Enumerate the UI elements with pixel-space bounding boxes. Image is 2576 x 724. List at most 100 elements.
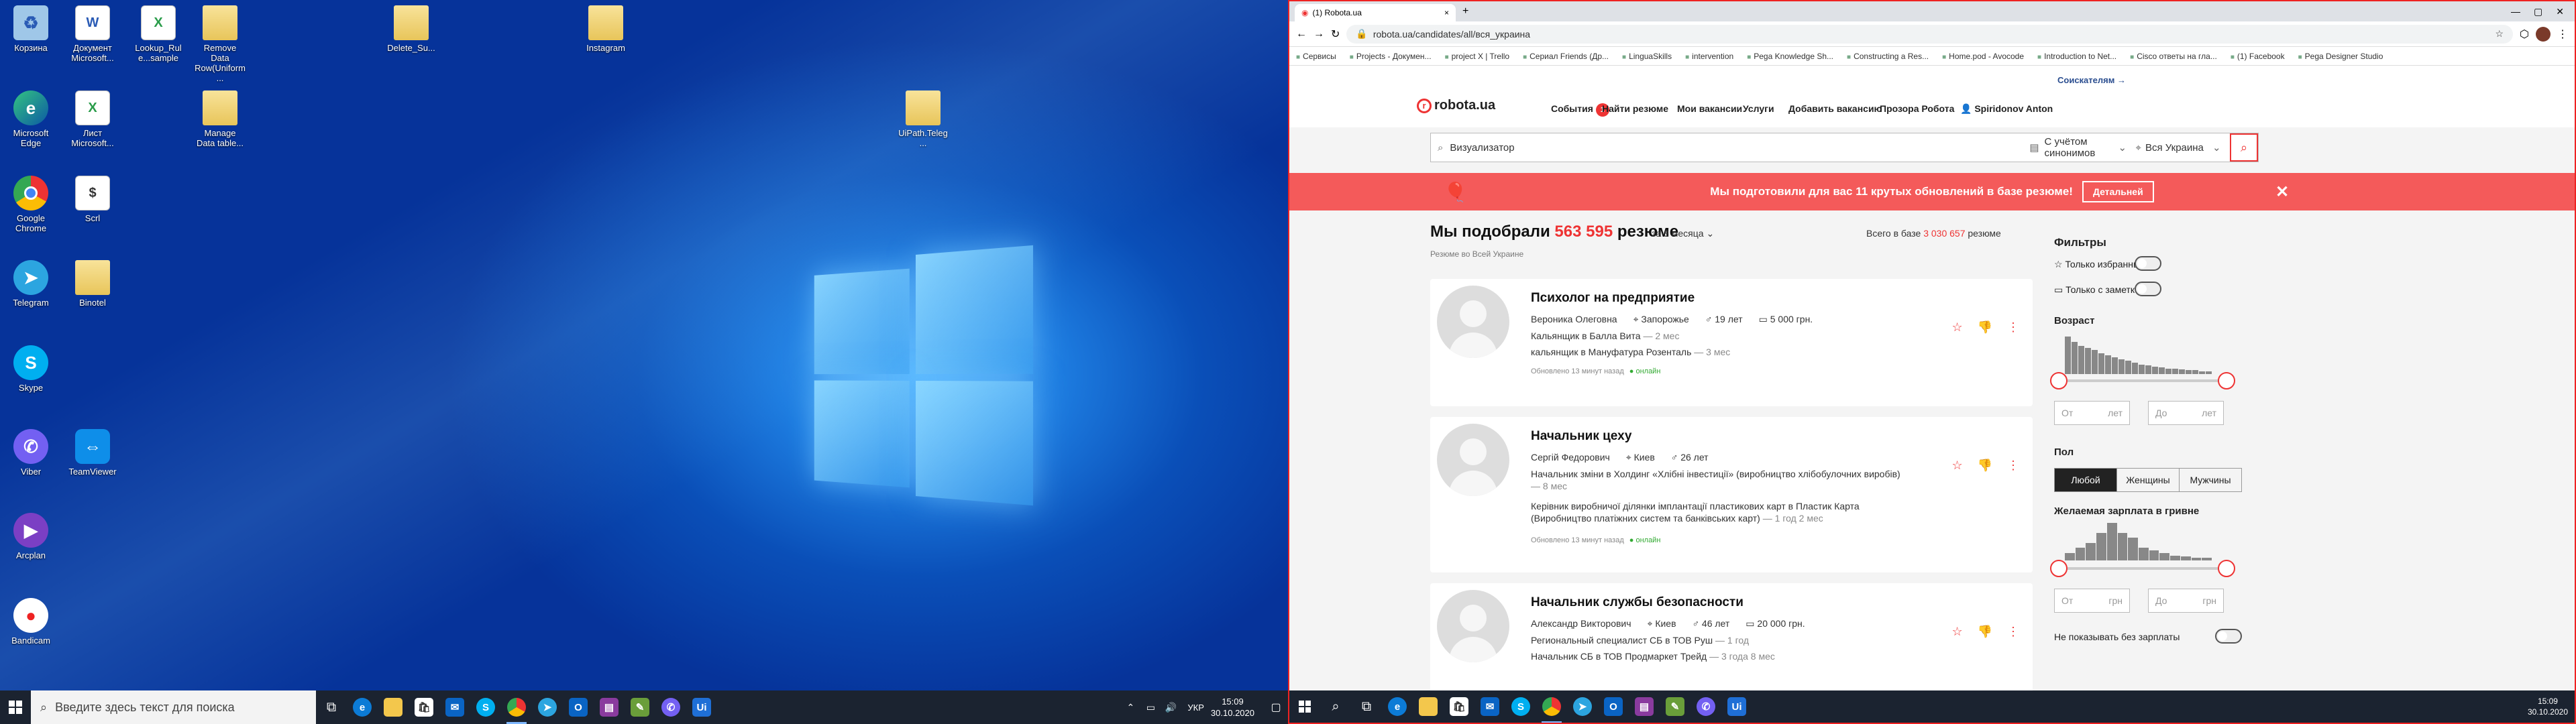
desktop-icon-doc1[interactable]: W Документ Microsoft... — [67, 5, 118, 63]
gender-any[interactable]: Любой — [2055, 469, 2116, 491]
search-icon[interactable]: ⌕ — [1320, 690, 1351, 723]
region-select[interactable]: Вся Украина — [2145, 142, 2212, 154]
site-logo[interactable]: r robota.ua — [1417, 98, 1495, 113]
taskbar-skype[interactable]: S — [470, 690, 501, 724]
clock[interactable]: 15:09 30.10.2020 — [2528, 696, 2568, 717]
desktop-icon-lookup[interactable]: X Lookup_Rule...sample — [133, 5, 184, 63]
profile-avatar-icon[interactable] — [2536, 26, 2551, 42]
resume-title[interactable]: Начальник службы безопасности — [1531, 595, 1743, 610]
bookmark[interactable]: Constructing a Res... — [1847, 52, 1929, 61]
gender-men[interactable]: Мужчины — [2179, 469, 2241, 491]
taskbar-search[interactable]: ⌕ Введите здесь текст для поиска — [31, 690, 316, 724]
bookmark[interactable]: intervention — [1685, 52, 1733, 61]
taskbar-outlook[interactable]: O — [563, 690, 594, 724]
taskbar-mail[interactable]: ✉ — [1474, 690, 1505, 723]
taskbar-chrome[interactable] — [501, 690, 532, 724]
favorites-toggle[interactable] — [2135, 256, 2161, 271]
resume-card[interactable]: Психолог на предприятие Вероника Олеговн… — [1430, 279, 2033, 406]
nav-prozora[interactable]: Прозора Робота — [1880, 103, 1954, 114]
desktop-icon-bandicam[interactable]: ● Bandicam — [5, 598, 56, 646]
resume-title[interactable]: Психолог на предприятие — [1531, 291, 1695, 306]
bookmark[interactable]: Pega Designer Studio — [2298, 52, 2383, 61]
dislike-icon[interactable]: 👎 — [1978, 625, 1992, 639]
desktop-icon-viber[interactable]: ✆ Viber — [5, 429, 56, 477]
job-seekers-link[interactable]: Соискателям → — [2057, 75, 2126, 85]
forward-icon[interactable]: → — [1313, 28, 1324, 40]
taskbar-viber[interactable]: ✆ — [655, 690, 686, 724]
nav-find-resume[interactable]: Найти резюме — [1602, 103, 1668, 114]
new-tab-button[interactable]: + — [1456, 5, 1475, 21]
desktop-icon-teamviewer[interactable]: ⇔ TeamViewer — [67, 429, 118, 477]
more-icon[interactable]: ⋮ — [2007, 320, 2019, 335]
language-indicator[interactable]: УКР — [1187, 703, 1204, 713]
banner-details-button[interactable]: Детальней — [2082, 181, 2154, 202]
synonyms-select[interactable]: С учётом синонимов — [2045, 136, 2118, 159]
age-to-input[interactable]: До лет — [2148, 401, 2224, 425]
range-max-handle[interactable] — [2218, 372, 2235, 389]
network-icon[interactable]: ▭ — [1140, 690, 1161, 724]
taskbar-explorer[interactable] — [378, 690, 409, 724]
maximize-icon[interactable]: ▢ — [2534, 6, 2542, 17]
nav-add-vacancy[interactable]: Добавить вакансию — [1788, 103, 1882, 114]
bookmark[interactable]: Сервисы — [1296, 52, 1336, 61]
minimize-icon[interactable]: — — [2511, 6, 2520, 17]
taskbar-winrar[interactable]: ▤ — [1629, 690, 1660, 723]
bookmark[interactable]: Home.pod - Avocode — [1942, 52, 2024, 61]
resume-title[interactable]: Начальник цеху — [1531, 429, 1631, 444]
close-tab-icon[interactable]: × — [1444, 8, 1449, 17]
resume-card[interactable]: Начальник службы безопасности Александр … — [1430, 583, 2033, 692]
desktop-icon-recycle[interactable]: ♻ Корзина — [5, 5, 56, 53]
menu-dots-icon[interactable]: ⋮ — [2557, 27, 2568, 41]
clock[interactable]: 15:09 30.10.2020 — [1211, 696, 1254, 719]
nav-services[interactable]: Услуги — [1743, 103, 1774, 114]
search-submit-button[interactable]: ⌕ — [2230, 133, 2258, 162]
desktop-icon-manage[interactable]: Manage Data table... — [195, 90, 246, 148]
start-button[interactable] — [1289, 690, 1320, 723]
bookmark[interactable]: Cisco ответы на гла... — [2130, 52, 2217, 61]
taskbar-skype[interactable]: S — [1505, 690, 1536, 723]
age-from-input[interactable]: От лет — [2054, 401, 2130, 425]
address-bar[interactable]: 🔒 robota.ua/candidates/all/вся_украина ☆ — [1346, 24, 2514, 44]
salary-from-input[interactable]: От грн — [2054, 589, 2130, 613]
desktop-icon-edge[interactable]: e Microsoft Edge — [5, 90, 56, 148]
more-icon[interactable]: ⋮ — [2007, 625, 2019, 639]
bookmark[interactable]: Introduction to Net... — [2037, 52, 2116, 61]
back-icon[interactable]: ← — [1296, 28, 1307, 40]
salary-range-slider[interactable] — [2050, 560, 2235, 577]
close-icon[interactable]: ✕ — [2275, 182, 2289, 202]
search-input[interactable]: Визуализатор — [1450, 142, 2029, 154]
taskbar-store[interactable]: 🛍 — [1444, 690, 1474, 723]
desktop-icon-sheet[interactable]: X Лист Microsoft... — [67, 90, 118, 148]
taskbar-winrar[interactable]: ▤ — [594, 690, 625, 724]
extension-icon[interactable]: ⬡ — [2520, 27, 2529, 41]
desktop-icon-delete[interactable]: Delete_Su... — [386, 5, 437, 53]
bookmark[interactable]: LinguaSkills — [1622, 52, 1672, 61]
hide-no-salary-toggle[interactable] — [2215, 629, 2242, 644]
taskbar-uipath[interactable]: Ui — [1721, 690, 1752, 723]
task-view-button[interactable]: ⧉ — [316, 690, 347, 724]
taskbar-telegram[interactable]: ➤ — [1567, 690, 1598, 723]
more-icon[interactable]: ⋮ — [2007, 459, 2019, 473]
notifications-icon[interactable]: ▢ — [1264, 690, 1288, 724]
star-icon[interactable]: ☆ — [1951, 459, 1962, 473]
taskbar-uipath[interactable]: Ui — [686, 690, 717, 724]
bookmark[interactable]: Pega Knowledge Sh... — [1747, 52, 1833, 61]
taskbar-outlook[interactable]: O — [1598, 690, 1629, 723]
taskbar-notepad[interactable]: ✎ — [1660, 690, 1690, 723]
desktop-icon-arcplan[interactable]: ▶ Arcplan — [5, 513, 56, 560]
star-icon[interactable]: ☆ — [1951, 320, 1962, 335]
desktop-icon-uipath-teleg[interactable]: UiPath.Teleg... — [898, 90, 949, 148]
taskbar-mail[interactable]: ✉ — [439, 690, 470, 724]
taskbar-viber[interactable]: ✆ — [1690, 690, 1721, 723]
volume-icon[interactable]: 🔊 — [1161, 690, 1181, 724]
bookmark[interactable]: (1) Facebook — [2231, 52, 2285, 61]
dislike-icon[interactable]: 👎 — [1978, 459, 1992, 473]
taskbar-telegram[interactable]: ➤ — [532, 690, 563, 724]
desktop-icon-telegram[interactable]: ➤ Telegram — [5, 260, 56, 308]
close-window-icon[interactable]: ✕ — [2556, 6, 2564, 17]
events-link[interactable]: События 1 — [1551, 103, 1609, 117]
tray-chevron-icon[interactable]: ⌃ — [1120, 690, 1140, 724]
taskbar-edge[interactable]: e — [1382, 690, 1413, 723]
task-view-icon[interactable]: ⧉ — [1351, 690, 1382, 723]
desktop-icon-scrl[interactable]: $ Scrl — [67, 176, 118, 223]
